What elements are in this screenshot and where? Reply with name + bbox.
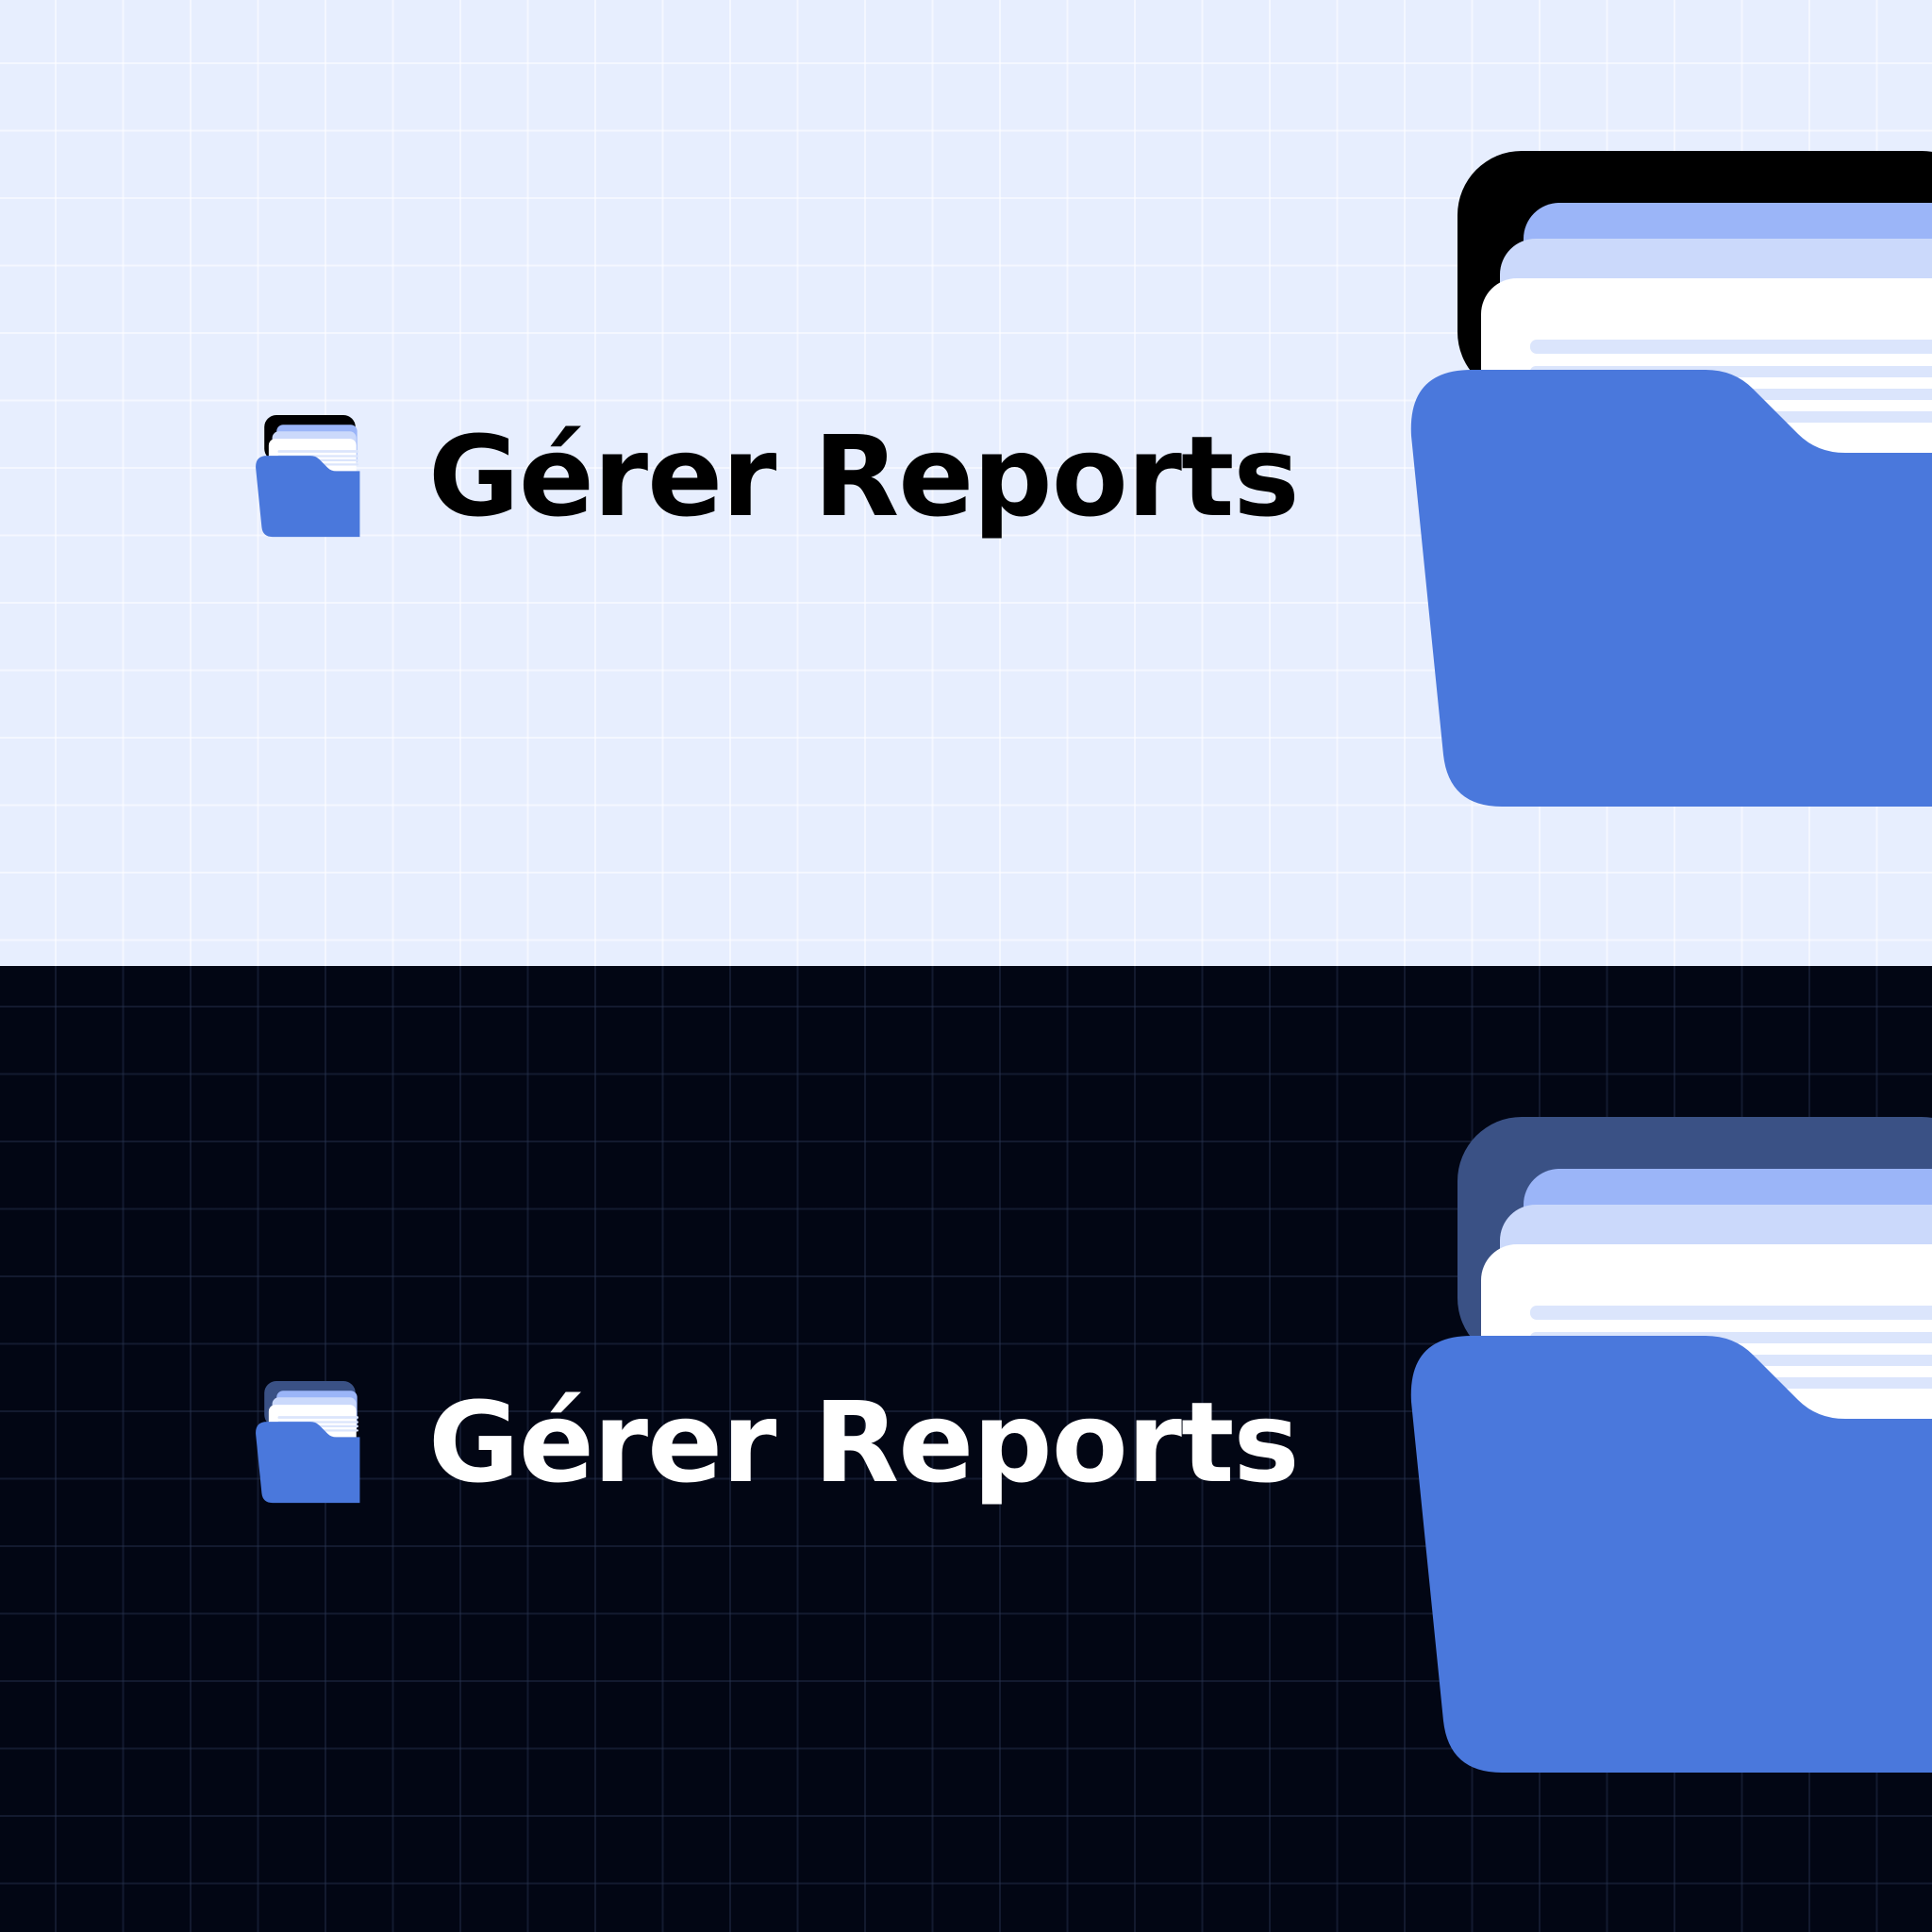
folder-with-reports-icon bbox=[256, 1381, 360, 1504]
folder-illustration-icon bbox=[1410, 1117, 1932, 1773]
brand-logo: .fback{fill:#000000;} Gérer Reports bbox=[255, 411, 1300, 541]
brand-wordmark: Gérer Reports bbox=[428, 411, 1300, 541]
light-theme-panel: .fback{fill:#000000;} Gérer Reports bbox=[0, 0, 1932, 966]
brand-wordmark: Gérer Reports bbox=[428, 1377, 1300, 1507]
dark-theme-panel: Gérer Reports bbox=[0, 966, 1932, 1932]
brand-logo: Gérer Reports bbox=[255, 1377, 1300, 1507]
folder-illustration-icon bbox=[1410, 151, 1932, 807]
folder-with-reports-icon: .fback{fill:#000000;} bbox=[256, 415, 360, 538]
